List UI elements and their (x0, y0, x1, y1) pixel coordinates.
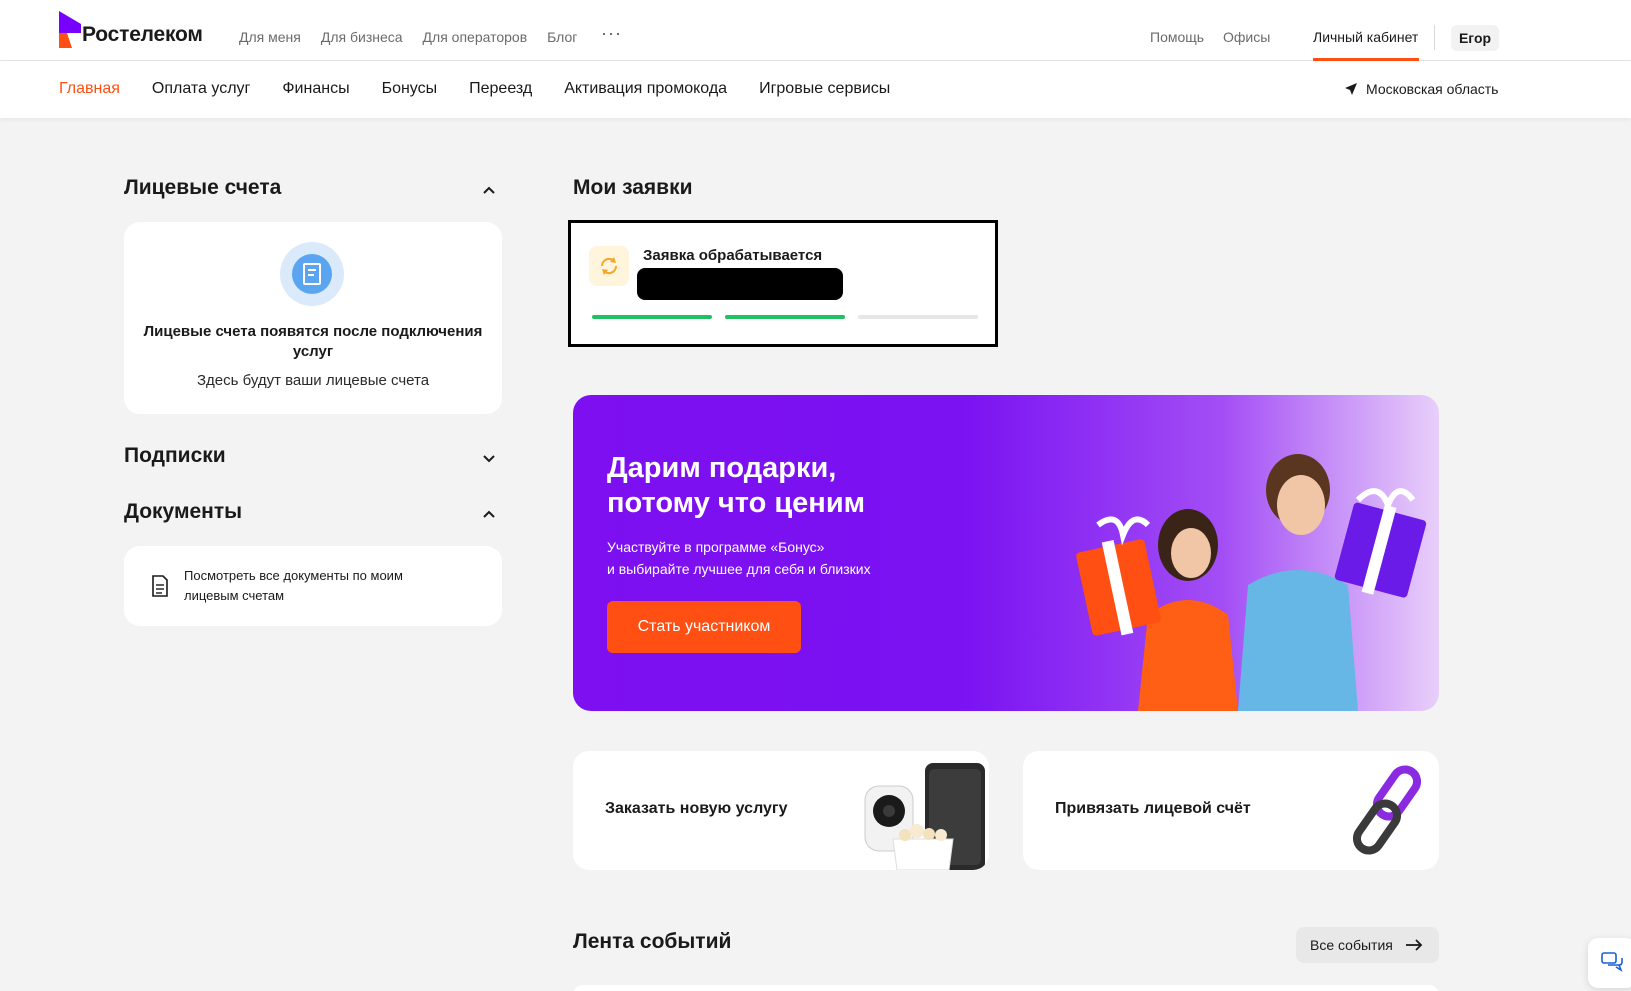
nav-blog[interactable]: Блог (547, 29, 577, 45)
requests-title: Мои заявки (573, 176, 693, 199)
progress-step-2 (725, 315, 845, 319)
feed-title: Лента событий (573, 930, 732, 953)
subnav-payment[interactable]: Оплата услуг (152, 80, 250, 98)
region-selector[interactable]: Московская область (1344, 81, 1498, 97)
subscriptions-title: Подписки (124, 444, 226, 467)
devices-illustration (864, 763, 985, 870)
order-service-label: Заказать новую услугу (605, 800, 788, 817)
chain-link-icon (1352, 765, 1422, 855)
subnav-finance[interactable]: Финансы (282, 80, 349, 98)
help-link[interactable]: Помощь (1150, 29, 1204, 45)
documents-card[interactable]: Посмотреть все документы по моим лицевым… (124, 546, 502, 626)
chat-button[interactable] (1588, 938, 1631, 988)
nav-business[interactable]: Для бизнеса (321, 29, 403, 45)
accounts-empty-subtitle: Здесь будут ваши лицевые счета (196, 372, 430, 389)
top-nav: Для меня Для бизнеса Для операторов Блог (239, 29, 577, 45)
personal-cabinet-link[interactable]: Личный кабинет (1313, 29, 1418, 45)
divider (1434, 25, 1435, 50)
top-header: Ростелеком Для меня Для бизнеса Для опер… (0, 0, 1631, 61)
arrow-right-icon (1406, 939, 1423, 951)
accounts-empty-title: Лицевые счета появятся после подключения… (143, 323, 483, 360)
all-events-label: Все события (1310, 937, 1393, 953)
accounts-empty-card: Лицевые счета появятся после подключения… (124, 222, 502, 414)
subnav-moving[interactable]: Переезд (469, 80, 532, 98)
order-service-tile[interactable]: Заказать новую услугу (573, 751, 989, 870)
subnav-promo[interactable]: Активация промокода (564, 80, 727, 98)
accounts-title: Лицевые счета (124, 176, 282, 199)
user-button[interactable]: Егор (1451, 25, 1499, 51)
join-button[interactable]: Стать участником (607, 601, 801, 653)
rostelecom-logo-icon (59, 11, 81, 48)
document-icon (152, 575, 168, 597)
region-label: Московская область (1366, 81, 1499, 97)
logo[interactable]: Ростелеком (59, 11, 203, 48)
redacted-block (637, 268, 843, 300)
all-events-button[interactable]: Все события (1296, 927, 1439, 963)
refresh-icon (589, 246, 629, 286)
request-card[interactable]: Заявка обрабатывается (568, 220, 998, 347)
nav-operators[interactable]: Для операторов (423, 29, 528, 45)
link-account-tile[interactable]: Привязать лицевой счёт (1023, 751, 1439, 870)
more-menu-icon[interactable]: ··· (601, 24, 622, 42)
nav-for-me[interactable]: Для меня (239, 29, 301, 45)
progress-step-1 (592, 315, 712, 319)
subnav-home[interactable]: Главная (59, 80, 120, 98)
request-status: Заявка обрабатывается (643, 247, 823, 264)
banner-people-illustration (1076, 454, 1427, 711)
sub-nav: Главная Оплата услуг Финансы Бонусы Пере… (0, 61, 1631, 118)
progress-step-3 (858, 315, 978, 319)
brand-name: Ростелеком (82, 22, 203, 46)
offices-link[interactable]: Офисы (1223, 29, 1270, 45)
feed-card (573, 985, 1439, 991)
link-account-label: Привязать лицевой счёт (1055, 800, 1251, 817)
subnav-bonuses[interactable]: Бонусы (382, 80, 438, 98)
location-arrow-icon (1345, 83, 1357, 95)
chevron-up-icon[interactable] (482, 507, 496, 521)
banner-title: Дарим подарки, потому что ценим (607, 452, 866, 519)
chevron-down-icon[interactable] (482, 451, 496, 465)
bonus-banner: Дарим подарки, потому что ценим Участвуй… (573, 395, 1439, 711)
receipt-icon (280, 242, 344, 306)
documents-title: Документы (124, 500, 243, 523)
subnav-gaming[interactable]: Игровые сервисы (759, 80, 890, 98)
chevron-up-icon[interactable] (482, 183, 496, 197)
banner-subtitle: Участвуйте в программе «Бонус» и выбирай… (607, 539, 871, 577)
documents-link: Посмотреть все документы по моим лицевым… (184, 568, 403, 603)
chat-icon (1601, 952, 1623, 972)
